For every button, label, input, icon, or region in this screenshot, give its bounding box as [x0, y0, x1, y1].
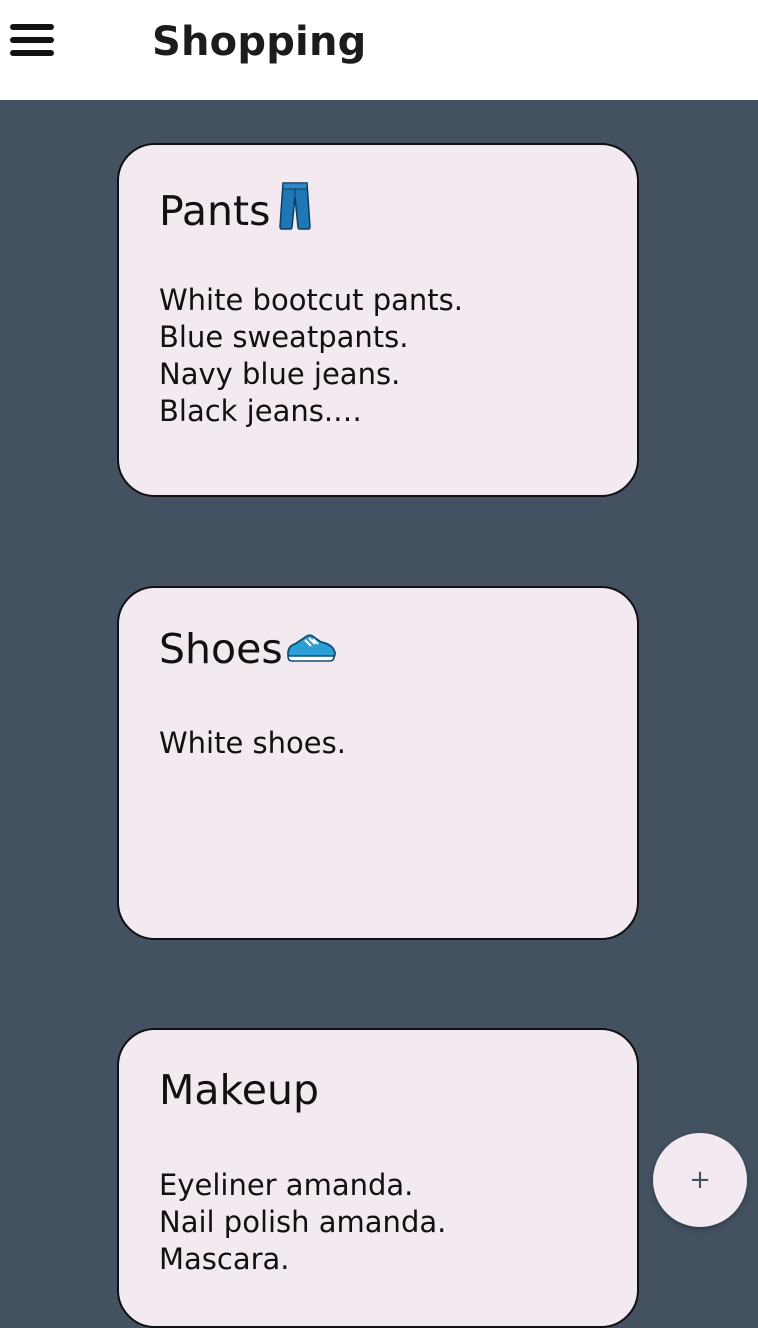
list-item: Blue sweatpants. [159, 320, 409, 354]
list-item: White bootcut pants. [159, 283, 463, 317]
card-title: Makeup [159, 1066, 319, 1114]
card-title: Pants [159, 181, 312, 241]
card-body: Eyeliner amanda. Nail polish amanda. Mas… [159, 1167, 446, 1278]
hamburger-menu-icon-bottom [10, 50, 54, 56]
card-title-text: Pants [159, 187, 271, 235]
list-item: Navy blue jeans. [159, 357, 401, 391]
card-body: White bootcut pants. Blue sweatpants. Na… [159, 282, 463, 430]
note-card-makeup[interactable]: Makeup Eyeliner amanda. Nail polish aman… [117, 1028, 639, 1328]
note-card-shoes[interactable]: Shoes White shoes. [117, 586, 639, 940]
menu-button[interactable] [8, 22, 56, 62]
hamburger-menu-icon-middle [10, 37, 54, 43]
card-body: White shoes. [159, 725, 346, 762]
list-item: Black jeans.… [159, 394, 363, 428]
jeans-icon [278, 181, 312, 241]
note-card-pants[interactable]: Pants White bootcut pants. Blue sweatpan… [117, 143, 639, 497]
app-bar: Shopping [0, 0, 758, 100]
hamburger-menu-icon [10, 24, 54, 30]
list-item: Mascara. [159, 1242, 290, 1276]
card-title-text: Makeup [159, 1066, 320, 1114]
card-title: Shoes [159, 624, 337, 674]
page-title: Shopping [152, 19, 367, 65]
card-title-text: Shoes [159, 625, 283, 673]
list-item: Eyeliner amanda. [159, 1168, 414, 1202]
list-item: White shoes. [159, 726, 346, 760]
sneaker-icon [285, 624, 337, 674]
add-note-button[interactable]: + [653, 1133, 747, 1227]
list-item: Nail polish amanda. [159, 1205, 447, 1239]
